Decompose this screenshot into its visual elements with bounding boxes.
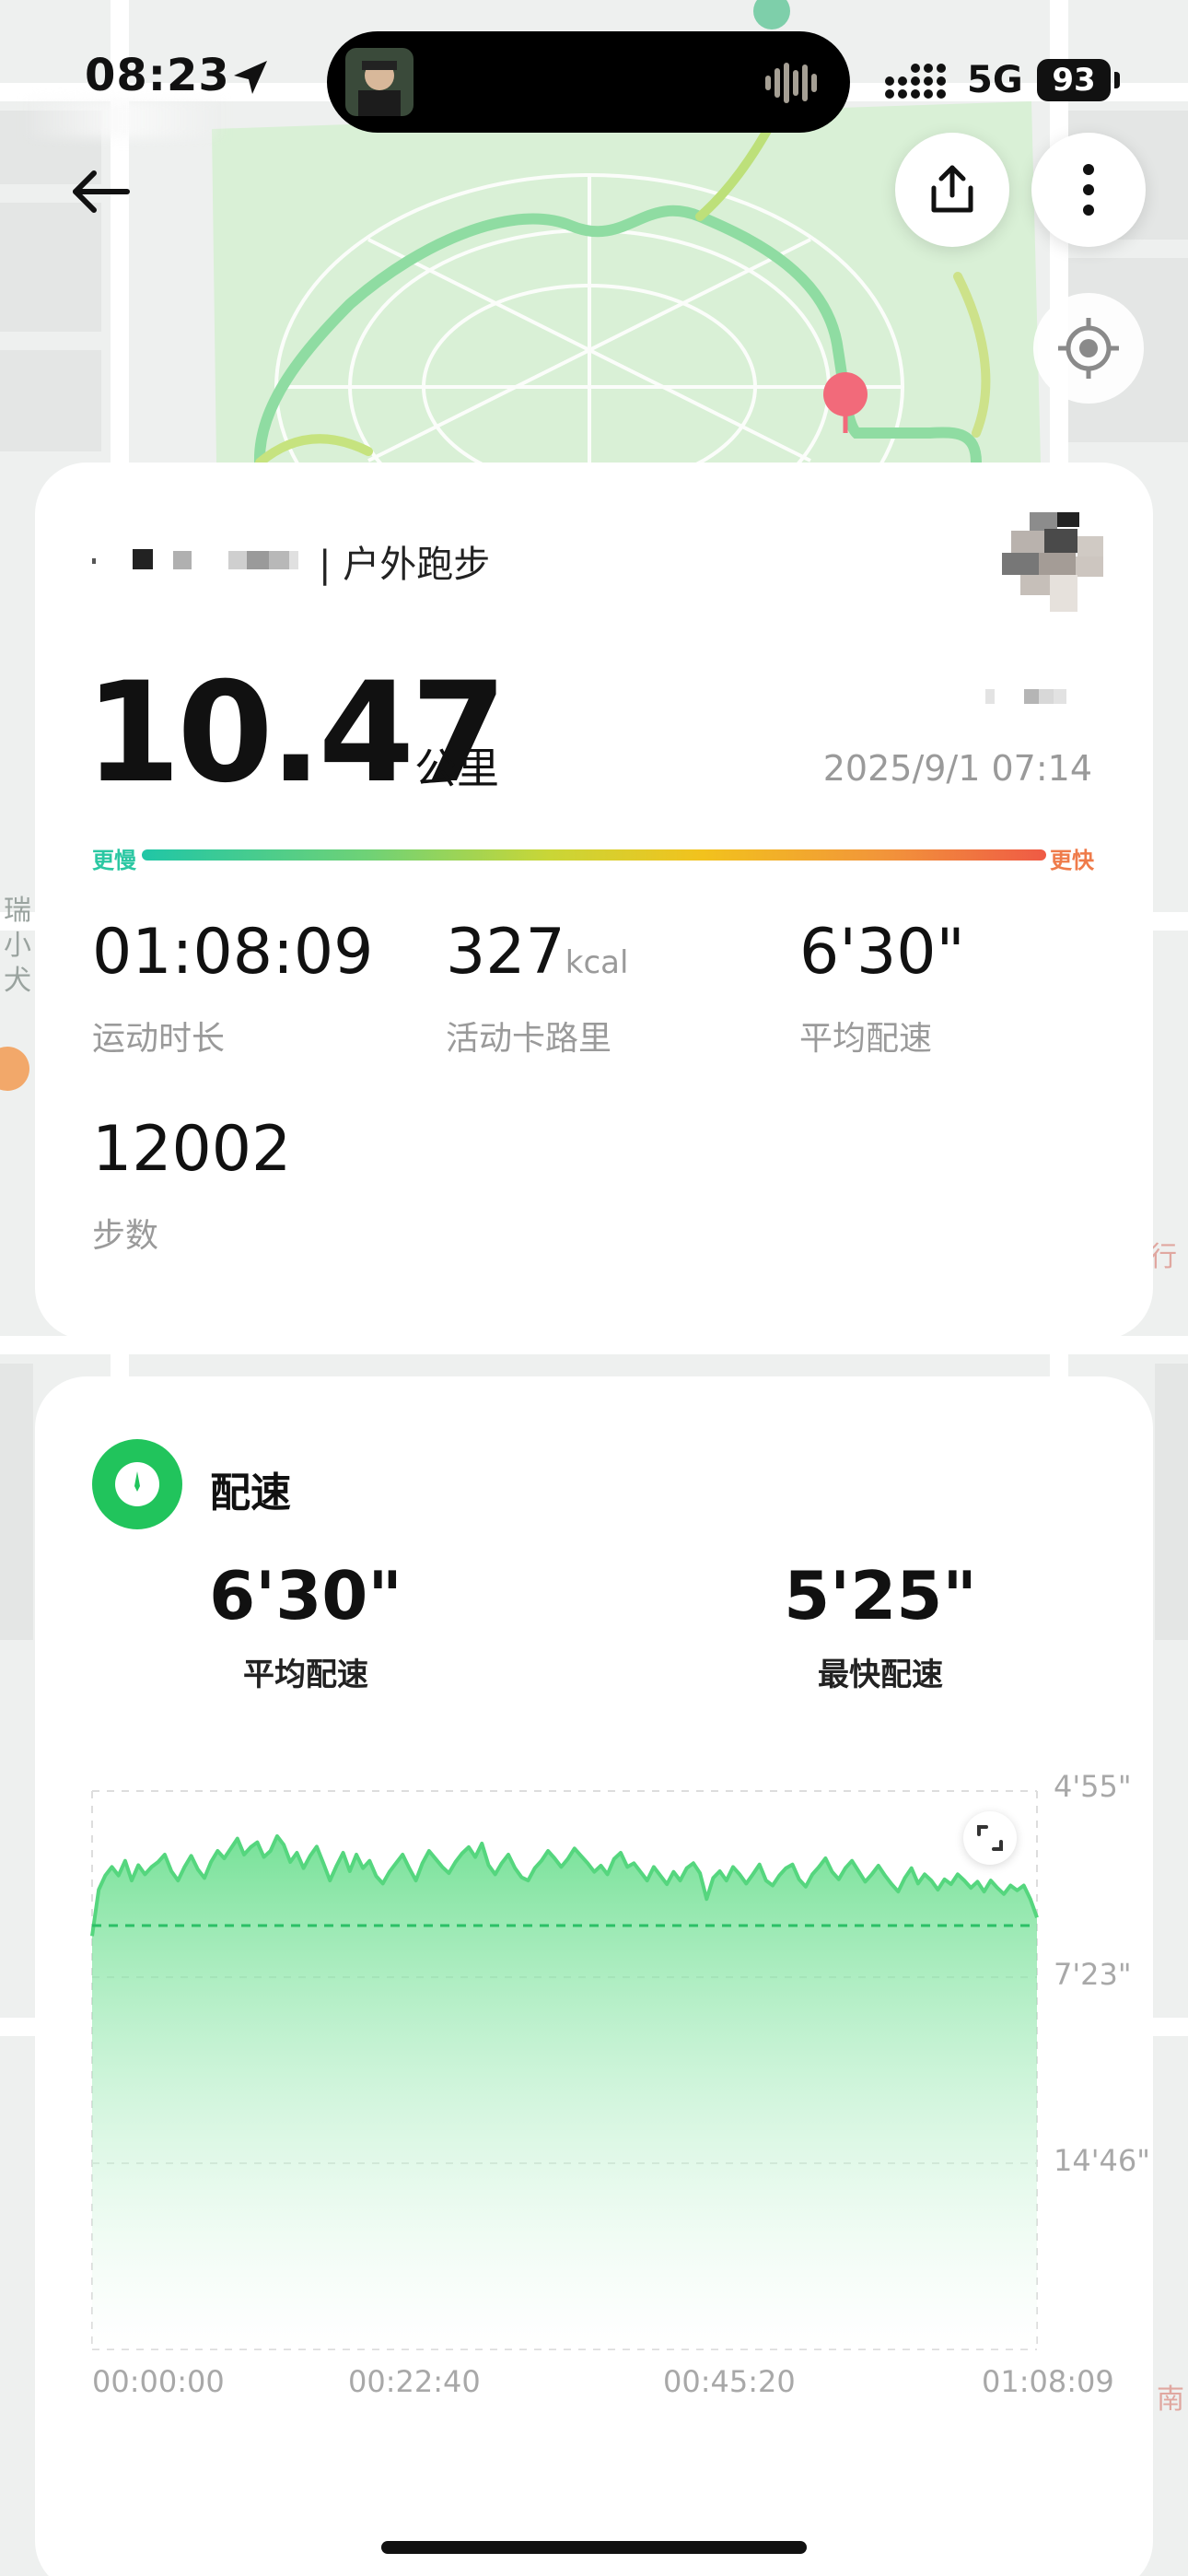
crosshair-icon [1058, 318, 1119, 379]
svg-text:瑞: 瑞 [4, 895, 31, 927]
dynamic-island[interactable] [327, 31, 850, 133]
home-indicator[interactable] [381, 2541, 807, 2554]
calories-label: 活动卡路里 [446, 1020, 612, 1058]
steps-value: 12002 [92, 1113, 292, 1186]
battery-level: 93 [1037, 59, 1111, 101]
pace-section-title: 配速 [210, 1469, 291, 1516]
user-avatar[interactable] [1002, 512, 1103, 612]
duration-value: 01:08:09 [92, 916, 374, 989]
back-button[interactable] [64, 155, 138, 228]
y-tick-label: 4'55" [1054, 1769, 1132, 1804]
avg-pace-label: 平均配速 [799, 1020, 933, 1058]
pace-gradient-bar [142, 849, 1046, 861]
more-options-button[interactable] [1031, 133, 1146, 247]
svg-text:小: 小 [4, 930, 31, 962]
svg-text:南: 南 [1157, 2383, 1184, 2416]
steps-label: 步数 [92, 1217, 159, 1255]
workout-datetime: 2025/9/1 07:14 [822, 748, 1092, 789]
faster-label: 更快 [1050, 848, 1094, 873]
now-playing-artwork [345, 48, 413, 116]
stopwatch-icon [115, 1462, 159, 1506]
svg-text:犬: 犬 [4, 965, 31, 997]
y-tick-label: 14'46" [1054, 2143, 1150, 2178]
calories-unit: kcal [565, 944, 629, 981]
slower-label: 更慢 [92, 848, 136, 873]
locate-button[interactable] [1033, 293, 1144, 404]
calories-value: 327kcal [446, 916, 629, 989]
x-tick-label: 00:45:20 [663, 2364, 796, 2399]
pixelated-username [92, 549, 298, 569]
battery-cap [1114, 72, 1120, 88]
network-type: 5G [967, 59, 1023, 101]
x-tick-label: 00:00:00 [92, 2364, 225, 2399]
y-tick-label: 7'23" [1054, 1957, 1132, 1992]
status-time: 08:23 [85, 50, 230, 101]
svg-text:行: 行 [1149, 1241, 1177, 1273]
share-icon [931, 165, 973, 213]
x-tick-label: 01:08:09 [982, 2364, 1114, 2399]
x-tick-label: 00:22:40 [348, 2364, 481, 2399]
share-button[interactable] [895, 133, 1009, 247]
summary-card [35, 463, 1153, 1340]
best-pace-caption: 最快配速 [818, 1657, 943, 1693]
expand-chart-button[interactable] [963, 1811, 1017, 1865]
cellular-signal-icon [885, 64, 946, 99]
duration-label: 运动时长 [92, 1020, 226, 1058]
avg-pace-value: 6'30" [799, 916, 965, 989]
audio-waveform-icon [765, 63, 817, 103]
best-pace-big: 5'25" [784, 1557, 977, 1634]
avg-pace-caption: 平均配速 [243, 1657, 368, 1693]
back-arrow-icon [73, 170, 130, 213]
blurred-region [28, 100, 221, 138]
pixelated-location [985, 689, 1066, 704]
avg-pace-big: 6'30" [209, 1557, 402, 1634]
expand-icon [977, 1825, 1003, 1851]
more-vertical-icon [1083, 164, 1094, 216]
workout-detail-screen: 瑞 小 犬 行 南 08:23 5G 93 | 户外跑步 10.47 公里 20… [0, 0, 1188, 2576]
location-arrow-icon [234, 61, 267, 94]
pace-icon [92, 1439, 182, 1529]
distance-unit: 公里 [414, 744, 499, 793]
activity-type: | 户外跑步 [319, 544, 491, 586]
